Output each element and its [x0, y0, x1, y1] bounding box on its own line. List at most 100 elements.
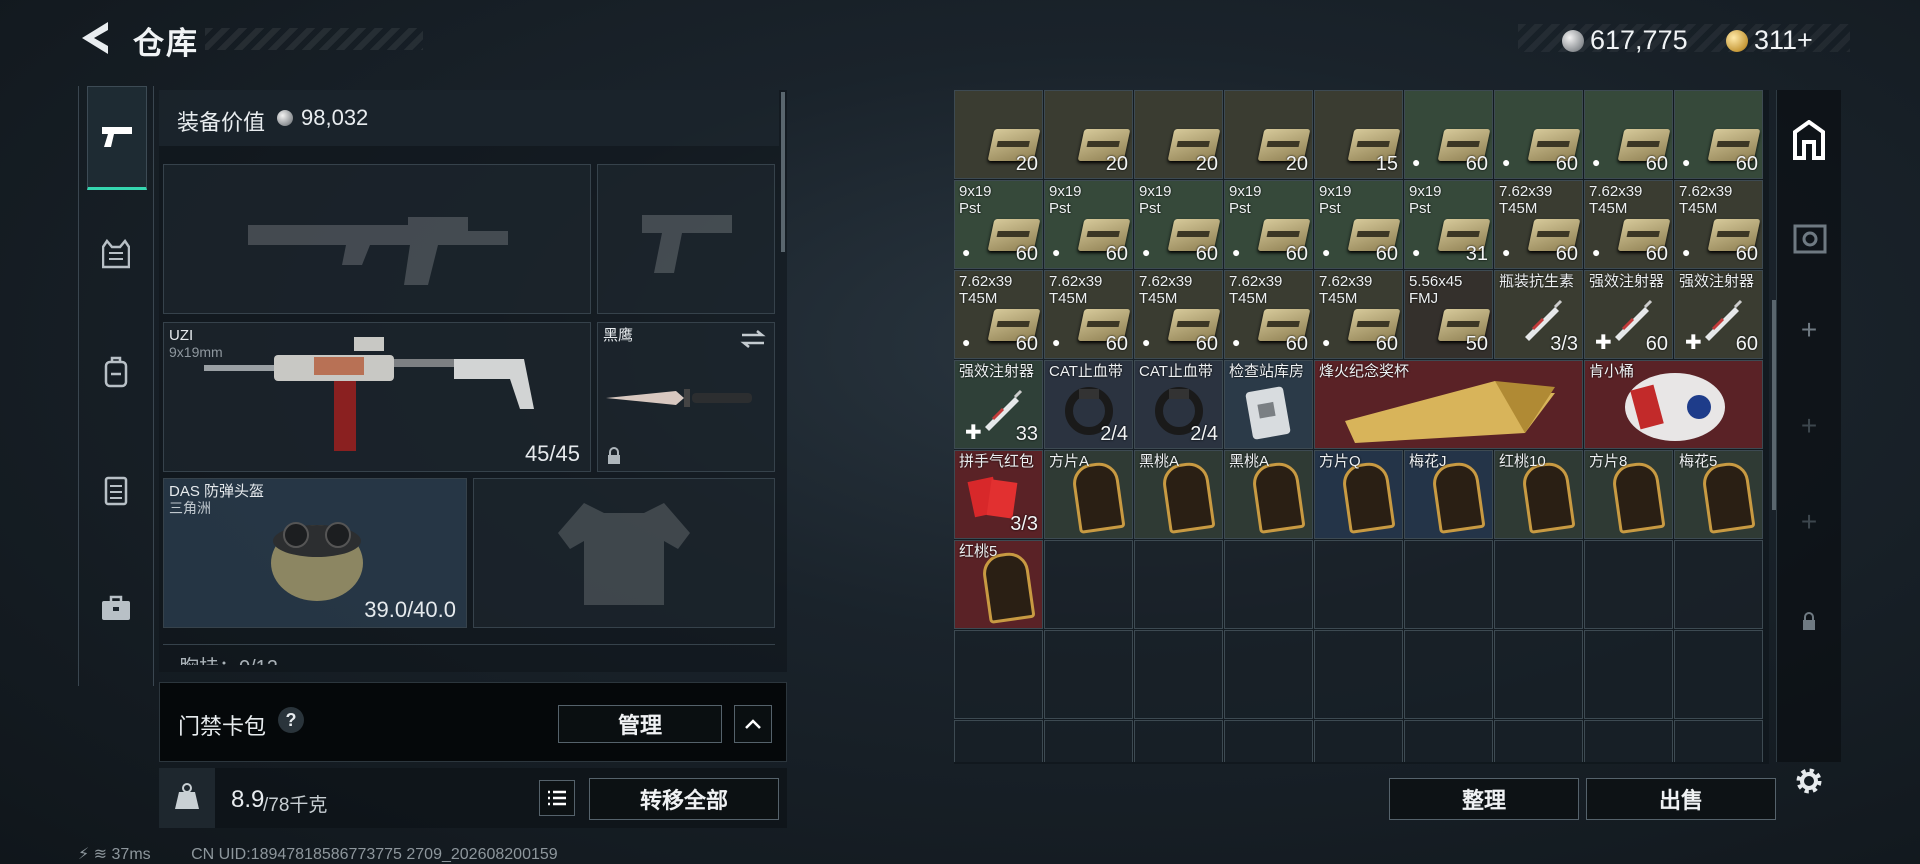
storage-item[interactable]: 梅花J [1404, 450, 1493, 539]
storage-empty-cell[interactable] [1314, 630, 1403, 719]
storage-empty-cell[interactable] [1404, 720, 1493, 762]
pistol-slot-empty[interactable] [597, 164, 775, 314]
storage-item[interactable]: 20 [954, 90, 1043, 179]
storage-item[interactable]: 方片8 [1584, 450, 1673, 539]
storage-empty-cell[interactable] [1224, 540, 1313, 629]
sell-button[interactable]: 出售 [1586, 778, 1776, 820]
storage-item[interactable]: 7.62x39 T45M ● 60 [1224, 270, 1313, 359]
storage-item[interactable]: 瓶装抗生素 3/3 [1494, 270, 1583, 359]
help-icon[interactable]: ? [278, 707, 304, 733]
collapse-button[interactable] [734, 705, 772, 743]
storage-item[interactable]: 7.62x39 T45M ● 60 [1314, 270, 1403, 359]
transfer-all-button[interactable]: 转移全部 [589, 778, 779, 820]
storage-empty-cell[interactable] [1044, 720, 1133, 762]
storage-empty-cell[interactable] [1584, 720, 1673, 762]
storage-empty-cell[interactable] [1494, 720, 1583, 762]
storage-item[interactable]: 7.62x39 T45M ● 60 [1494, 180, 1583, 269]
storage-item[interactable]: 红桃10 [1494, 450, 1583, 539]
tab-case[interactable] [87, 558, 145, 658]
helmet-slot[interactable]: DAS 防弹头盔 三角洲 39.0/40.0 [163, 478, 467, 628]
storage-empty-cell[interactable] [1584, 540, 1673, 629]
storage-empty-cell[interactable] [1314, 540, 1403, 629]
storage-empty-cell[interactable] [1674, 630, 1763, 719]
storage-item[interactable]: 强效注射器 ✚ 60 [1584, 270, 1673, 359]
storage-item[interactable]: ● 60 [1494, 90, 1583, 179]
storage-item[interactable]: 7.62x39 T45M ● 60 [1674, 180, 1763, 269]
gold-currency[interactable]: 311+ [1726, 25, 1813, 56]
storage-empty-cell[interactable] [1494, 630, 1583, 719]
storage-item[interactable]: 黑桃A [1224, 450, 1313, 539]
storage-item[interactable]: ● 60 [1674, 90, 1763, 179]
storage-item[interactable]: 5.56x45 FMJ 50 [1404, 270, 1493, 359]
tab-chest-rig[interactable] [87, 440, 145, 540]
storage-empty-cell[interactable] [1494, 540, 1583, 629]
back-arrow-icon[interactable] [78, 18, 112, 58]
armor-slot-empty[interactable] [473, 478, 775, 628]
storage-empty-cell[interactable] [1134, 540, 1223, 629]
storage-item[interactable]: 梅花5 [1674, 450, 1763, 539]
storage-item[interactable]: 20 [1044, 90, 1133, 179]
swap-icon[interactable] [740, 329, 766, 349]
storage-empty-cell[interactable] [1044, 540, 1133, 629]
storage-item[interactable]: 肯小桶 [1584, 360, 1763, 449]
storage-empty-cell[interactable] [1314, 720, 1403, 762]
storage-item[interactable]: 方片Q [1314, 450, 1403, 539]
storage-item[interactable]: 7.62x39 T45M ● 60 [1134, 270, 1223, 359]
storage-item[interactable]: 拼手气红包 3/3 [954, 450, 1043, 539]
list-view-button[interactable] [539, 780, 575, 816]
tab-armor[interactable] [87, 204, 145, 304]
storage-empty-cell[interactable] [1674, 720, 1763, 762]
storage-item[interactable]: 7.62x39 T45M ● 60 [954, 270, 1043, 359]
manage-button[interactable]: 管理 [558, 705, 722, 743]
tab-weapons[interactable] [87, 86, 147, 190]
storage-item[interactable]: 15 [1314, 90, 1403, 179]
storage-empty-cell[interactable] [1674, 540, 1763, 629]
settings-gear-icon[interactable] [1792, 764, 1826, 798]
storage-item[interactable]: 7.62x39 T45M ● 60 [1584, 180, 1673, 269]
storage-item[interactable]: ● 60 [1584, 90, 1673, 179]
storage-empty-cell[interactable] [954, 720, 1043, 762]
storage-item[interactable]: CAT止血带 2/4 [1134, 360, 1223, 449]
storage-empty-cell[interactable] [954, 630, 1043, 719]
storage-item[interactable]: 强效注射器 ✚ 60 [1674, 270, 1763, 359]
storage-item[interactable]: 7.62x39 T45M ● 60 [1044, 270, 1133, 359]
add-storage-icon[interactable]: + [1777, 410, 1841, 442]
tab-backpack[interactable] [87, 322, 145, 422]
storage-empty-cell[interactable] [1404, 540, 1493, 629]
add-storage-icon[interactable]: + [1777, 506, 1841, 538]
uzi-weapon-slot[interactable]: UZI 9x19mm 45/45 [163, 322, 591, 472]
storage-item[interactable]: 9x19 Pst ● 60 [1224, 180, 1313, 269]
storage-empty-cell[interactable] [1134, 630, 1223, 719]
storage-empty-cell[interactable] [1224, 630, 1313, 719]
item-name: 瓶装抗生素 [1499, 273, 1575, 290]
storage-item[interactable]: 9x19 Pst ● 60 [1314, 180, 1403, 269]
storage-item[interactable]: 9x19 Pst ● 31 [1404, 180, 1493, 269]
storage-item[interactable]: 9x19 Pst ● 60 [1044, 180, 1133, 269]
storage-empty-cell[interactable] [1224, 720, 1313, 762]
storage-item[interactable]: 红桃5 [954, 540, 1043, 629]
chest-rig-row[interactable]: 胸挂：0/12 [163, 644, 775, 665]
storage-empty-cell[interactable] [1584, 630, 1673, 719]
storage-item[interactable]: CAT止血带 2/4 [1044, 360, 1133, 449]
storage-home-icon[interactable] [1777, 120, 1841, 160]
loadout-scrollbar[interactable] [781, 92, 785, 252]
safe-box-icon[interactable] [1777, 218, 1841, 258]
storage-item[interactable]: 方片A [1044, 450, 1133, 539]
storage-item[interactable]: ● 60 [1404, 90, 1493, 179]
storage-item[interactable]: 烽火纪念奖杯 [1314, 360, 1583, 449]
storage-item[interactable]: 20 [1224, 90, 1313, 179]
storage-item[interactable]: 9x19 Pst ● 60 [1134, 180, 1223, 269]
storage-item[interactable]: 20 [1134, 90, 1223, 179]
storage-empty-cell[interactable] [1044, 630, 1133, 719]
add-storage-icon[interactable]: + [1777, 314, 1841, 346]
storage-item[interactable]: 黑桃A [1134, 450, 1223, 539]
storage-item[interactable]: 检查站库房 [1224, 360, 1313, 449]
storage-item[interactable]: 强效注射器 ✚ 33 [954, 360, 1043, 449]
melee-slot[interactable]: 黑鹰 [597, 322, 775, 472]
primary-weapon-slot-empty[interactable] [163, 164, 591, 314]
storage-empty-cell[interactable] [1404, 630, 1493, 719]
storage-empty-cell[interactable] [1134, 720, 1223, 762]
sort-button[interactable]: 整理 [1389, 778, 1579, 820]
storage-item[interactable]: 9x19 Pst ● 60 [954, 180, 1043, 269]
ammo-dot-icon: ● [1682, 154, 1691, 170]
